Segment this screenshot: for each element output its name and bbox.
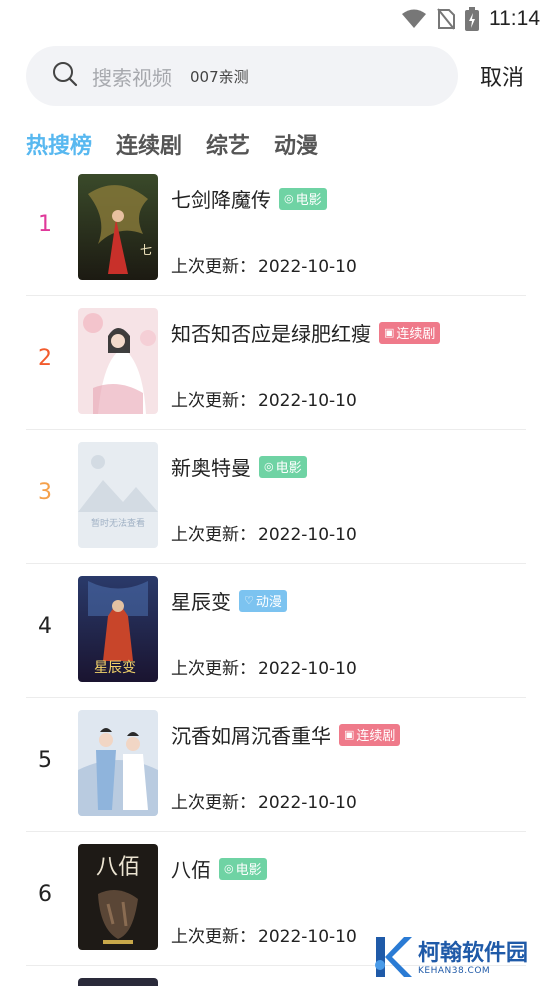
- film-icon: ◎: [284, 192, 294, 205]
- poster-placeholder-image: 暂时无法查看: [78, 442, 158, 548]
- update-date: 2022-10-10: [258, 927, 357, 947]
- search-placeholder: 搜索视频: [92, 65, 172, 90]
- tab-variety[interactable]: 综艺: [206, 128, 250, 160]
- update-prefix: 上次更新：: [171, 391, 256, 411]
- update-line: 上次更新： 2022-10-10: [171, 922, 357, 947]
- update-prefix: 上次更新：: [171, 659, 256, 679]
- update-prefix: 上次更新：: [171, 257, 256, 277]
- title-line: 星辰变 ♡ 动漫: [171, 586, 287, 615]
- update-line: 上次更新： 2022-10-10: [171, 788, 357, 813]
- category-tag: ◎ 电影: [279, 187, 327, 210]
- category-tag: ◎ 电影: [219, 857, 267, 880]
- watermark-name: 柯翰软件园: [418, 941, 529, 966]
- title-line: 知否知否应是绿肥红瘦 ▣ 连续剧: [171, 318, 441, 347]
- svg-text:星辰变: 星辰变: [94, 660, 136, 676]
- poster-image: 七: [78, 174, 158, 280]
- tag-label: 连续剧: [356, 729, 396, 744]
- rank-number: 2: [38, 346, 52, 371]
- update-date: 2022-10-10: [258, 525, 357, 545]
- film-icon: ◎: [224, 862, 234, 875]
- title-line: 沉香如屑沉香重华 ▣ 连续剧: [171, 720, 401, 749]
- category-tag: ◎ 电影: [259, 455, 307, 478]
- update-date: 2022-10-10: [258, 257, 357, 277]
- svg-text:八佰: 八佰: [96, 855, 140, 880]
- rank-number: 3: [38, 480, 52, 505]
- title-line: 新奥特曼 ◎ 电影: [171, 452, 307, 481]
- tag-label: 电影: [275, 461, 302, 476]
- list-item[interactable]: 2 知否知否应是绿肥红瘦 ▣ 连续剧 上次更新： 2022-10-10: [26, 296, 526, 430]
- list-item[interactable]: 3 暂时无法查看 新奥特曼 ◎ 电影 上次更新： 2022-10-10: [26, 430, 526, 564]
- video-title: 八佰: [171, 858, 211, 882]
- poster-image: 八佰: [78, 844, 158, 950]
- battery-charging-icon: [465, 7, 479, 31]
- update-line: 上次更新： 2022-10-10: [171, 252, 357, 277]
- list-item[interactable]: 5 沉香如屑沉香重华 ▣ 连续剧 上次更新： 2022-10-10: [26, 698, 526, 832]
- watermark-text: 柯翰软件园 KEHAN38.COM: [418, 941, 529, 977]
- list-item[interactable]: 4 星辰变 星辰变 ♡ 动漫 上次更新： 2022-10-10: [26, 564, 526, 698]
- update-prefix: 上次更新：: [171, 927, 256, 947]
- status-time: 11:14: [489, 7, 540, 30]
- list-item[interactable]: 1 七 七剑降魔传 ◎ 电影 上次更新： 2022-10-10: [26, 162, 526, 296]
- tag-label: 电影: [235, 863, 262, 878]
- search-input[interactable]: 搜索视频 007亲测: [26, 46, 458, 106]
- hot-search-list: 1 七 七剑降魔传 ◎ 电影 上次更新： 2022-10-10 2 知否知否应是…: [26, 162, 526, 986]
- tag-label: 电影: [295, 193, 322, 208]
- poster-image: [78, 710, 158, 816]
- video-title: 沉香如屑沉香重华: [171, 724, 331, 748]
- tag-label: 动漫: [255, 595, 282, 610]
- poster-image: [78, 308, 158, 414]
- poster-placeholder-text: 暂时无法查看: [90, 519, 145, 529]
- watermark: 柯翰软件园 KEHAN38.COM: [372, 935, 542, 983]
- rank-number: 1: [38, 212, 52, 237]
- search-icon: [52, 61, 78, 91]
- update-date: 2022-10-10: [258, 391, 357, 411]
- heart-icon: ♡: [244, 594, 254, 607]
- poster-image: [78, 978, 158, 986]
- tab-series[interactable]: 连续剧: [116, 128, 182, 160]
- search-hint: 007亲测: [190, 67, 249, 86]
- watermark-logo-icon: [372, 935, 412, 983]
- video-title: 新奥特曼: [171, 456, 251, 480]
- rank-number: 6: [38, 882, 52, 907]
- no-sim-icon: [437, 8, 455, 30]
- watermark-domain: KEHAN38.COM: [418, 966, 491, 976]
- category-tag: ♡ 动漫: [239, 589, 287, 612]
- poster-image: 星辰变: [78, 576, 158, 682]
- search-row: 搜索视频 007亲测 取消: [26, 46, 536, 106]
- tab-hot-search[interactable]: 热搜榜: [26, 128, 92, 160]
- video-title: 七剑降魔传: [171, 188, 271, 212]
- update-date: 2022-10-10: [258, 793, 357, 813]
- video-title: 知否知否应是绿肥红瘦: [171, 322, 371, 346]
- cancel-button[interactable]: 取消: [480, 60, 524, 92]
- rank-number: 5: [38, 748, 52, 773]
- update-prefix: 上次更新：: [171, 525, 256, 545]
- category-tag: ▣ 连续剧: [379, 321, 441, 344]
- title-line: 七剑降魔传 ◎ 电影: [171, 184, 327, 213]
- rank-number: 4: [38, 614, 52, 639]
- wifi-icon: [401, 9, 427, 29]
- tv-icon: ▣: [344, 728, 355, 741]
- svg-text:七: 七: [140, 243, 152, 257]
- video-title: 星辰变: [171, 590, 231, 614]
- film-icon: ◎: [264, 460, 274, 473]
- tag-label: 连续剧: [396, 327, 436, 342]
- category-tabs: 热搜榜 连续剧 综艺 动漫: [26, 128, 318, 160]
- tab-anime[interactable]: 动漫: [274, 128, 318, 160]
- update-line: 上次更新： 2022-10-10: [171, 386, 357, 411]
- tv-icon: ▣: [384, 326, 395, 339]
- update-line: 上次更新： 2022-10-10: [171, 520, 357, 545]
- update-date: 2022-10-10: [258, 659, 357, 679]
- category-tag: ▣ 连续剧: [339, 723, 401, 746]
- update-prefix: 上次更新：: [171, 793, 256, 813]
- title-line: 八佰 ◎ 电影: [171, 854, 267, 883]
- update-line: 上次更新： 2022-10-10: [171, 654, 357, 679]
- status-bar: 11:14: [0, 0, 552, 38]
